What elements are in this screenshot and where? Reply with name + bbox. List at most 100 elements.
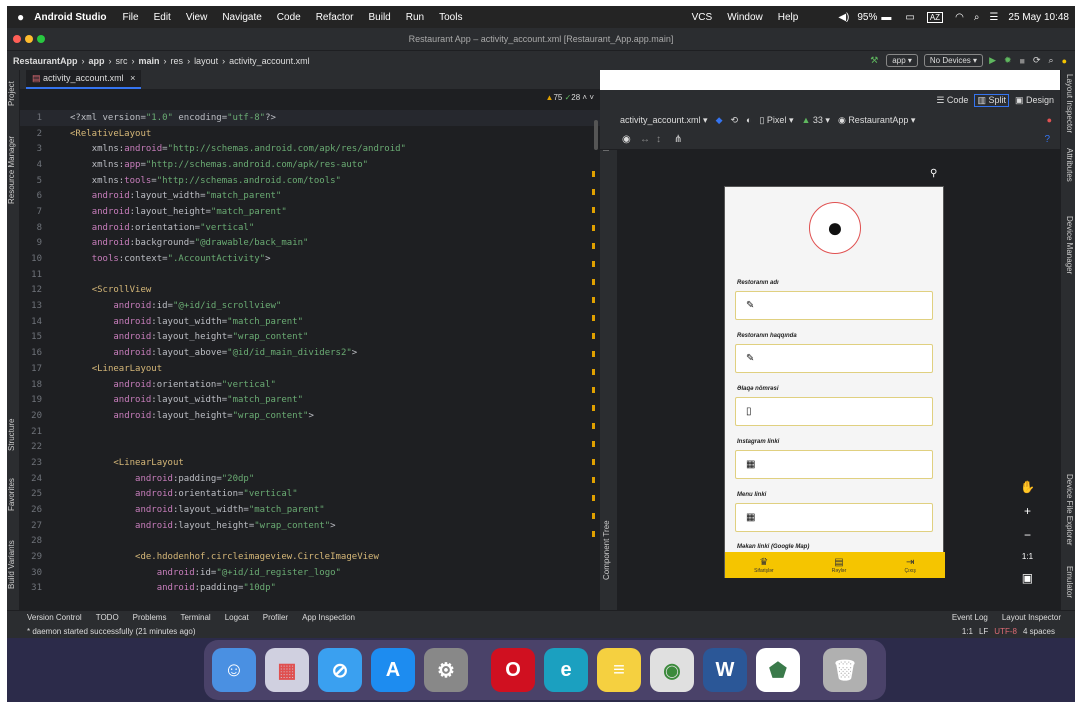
breadcrumb-main[interactable]: main (139, 56, 160, 66)
breadcrumb-layout[interactable]: layout (194, 56, 218, 66)
volume-icon[interactable]: ◀) (838, 12, 849, 23)
code-line[interactable]: 22 (20, 439, 600, 455)
line-separator[interactable]: LF (979, 627, 988, 636)
menu-run[interactable]: Run (406, 12, 424, 23)
menu-edit[interactable]: Edit (154, 12, 171, 23)
error-stripe[interactable] (592, 170, 598, 538)
menu-file[interactable]: File (122, 12, 138, 23)
code-line[interactable]: 18 android:orientation="vertical" (20, 377, 600, 393)
menu-refactor[interactable]: Refactor (316, 12, 354, 23)
code-line[interactable]: 1 <?xml version="1.0" encoding="utf-8"?> (20, 110, 600, 126)
clock[interactable]: 25 May 10:48 (1008, 12, 1069, 23)
horizontal-icon[interactable]: ↔ (640, 134, 650, 145)
system-preferences-icon[interactable]: ⚙ (424, 648, 468, 692)
magnet-icon[interactable]: ⋔ (674, 134, 682, 145)
profiler-tab[interactable]: Profiler (263, 613, 288, 622)
app-menu[interactable]: Android Studio (34, 12, 106, 23)
menu-code[interactable]: Code (277, 12, 301, 23)
tool-device-file-explorer[interactable]: Device File Explorer (1061, 470, 1074, 550)
code-line[interactable]: 26 android:layout_width="match_parent" (20, 502, 600, 518)
code-line[interactable]: 17 <LinearLayout (20, 361, 600, 377)
code-area[interactable]: 1 <?xml version="1.0" encoding="utf-8"?> 2… (20, 90, 600, 596)
input-source[interactable]: AZ (926, 11, 944, 23)
error-icon[interactable]: ● (1047, 115, 1052, 125)
orientation-icon[interactable]: ⟲ (730, 115, 738, 126)
inspection-widget[interactable]: ▲75 ✓28 ˄ ˅ (546, 93, 594, 102)
debug-icon[interactable]: ✹ (1004, 55, 1012, 66)
run-config-dropdown[interactable]: app ▾ (886, 54, 918, 67)
design-file-dropdown[interactable]: activity_account.xml ▾ (620, 115, 708, 126)
code-line[interactable]: 14 android:layout_width="match_parent" (20, 314, 600, 330)
breadcrumb-app[interactable]: app (89, 56, 105, 66)
vertical-icon[interactable]: ↕ (656, 134, 661, 145)
code-line[interactable]: 5 xmlns:tools="http://schemas.android.co… (20, 173, 600, 189)
tool-emulator[interactable]: Emulator (1061, 560, 1074, 605)
code-line[interactable]: 31 android:padding="10dp" (20, 581, 600, 597)
menu-build[interactable]: Build (369, 12, 391, 23)
menu-window[interactable]: Window (727, 12, 763, 23)
code-line[interactable]: 30 android:id="@+id/id_register_logo" (20, 565, 600, 581)
code-line[interactable]: 21 (20, 424, 600, 440)
field-instagram[interactable]: ▦ (735, 450, 933, 479)
breadcrumb-src[interactable]: src (116, 56, 128, 66)
device-dropdown-design[interactable]: ▯ Pixel ▾ (759, 115, 793, 126)
zoom-window-button[interactable] (37, 35, 45, 43)
code-mode-button[interactable]: ☰ Code (936, 95, 968, 106)
editor-tab[interactable]: ▤ activity_account.xml × (26, 70, 142, 89)
code-line[interactable]: 19 android:layout_width="match_parent" (20, 392, 600, 408)
code-line[interactable]: 11 (20, 267, 600, 283)
nav-logout[interactable]: ⇥ Çıxış (904, 557, 915, 574)
tool-resource-manager[interactable]: Resource Manager (7, 130, 20, 210)
code-line[interactable]: 15 android:layout_height="wrap_content" (20, 330, 600, 346)
caret-position[interactable]: 1:1 (962, 627, 973, 636)
code-line[interactable]: 8 android:orientation="vertical" (20, 220, 600, 236)
wifi-icon[interactable]: ◠ (955, 12, 964, 23)
problems-tab[interactable]: Problems (133, 613, 167, 622)
api-dropdown[interactable]: ▲ 33 ▾ (801, 115, 829, 126)
zoom-in-button[interactable]: + (1024, 504, 1031, 518)
ide-logo-icon[interactable]: ● (1062, 56, 1067, 66)
menu-vcs[interactable]: VCS (692, 12, 713, 23)
search-icon[interactable]: ⌕ (1049, 55, 1054, 66)
menu-view[interactable]: View (186, 12, 208, 23)
code-line[interactable]: 20 android:layout_height="wrap_content"> (20, 408, 600, 424)
stop-icon[interactable]: ■ (1020, 56, 1025, 66)
split-mode-button[interactable]: ▥ Split (974, 93, 1009, 107)
code-line[interactable]: 13 android:id="@+id/id_scrollview" (20, 298, 600, 314)
chrome-icon[interactable]: ◉ (650, 648, 694, 692)
nav-reviews[interactable]: ▤ Rəylər (832, 557, 846, 574)
pan-icon[interactable]: ✋ (1020, 480, 1035, 494)
app-store-icon[interactable]: A (371, 648, 415, 692)
field-about[interactable]: ✎ (735, 344, 933, 373)
zoom-out-button[interactable]: − (1024, 528, 1031, 542)
code-line[interactable]: 9 android:background="@drawable/back_mai… (20, 236, 600, 252)
menu-navigate[interactable]: Navigate (222, 12, 261, 23)
code-line[interactable]: 27 android:layout_height="wrap_content"> (20, 518, 600, 534)
code-line[interactable]: 3 xmlns:android="http://schemas.android.… (20, 141, 600, 157)
finder-icon[interactable]: ☺ (212, 648, 256, 692)
breadcrumb-project[interactable]: RestaurantApp (13, 56, 78, 66)
todo-tab[interactable]: TODO (96, 613, 119, 622)
tool-device-manager[interactable]: Device Manager (1061, 210, 1074, 280)
edge-icon[interactable]: e (544, 648, 588, 692)
tool-project[interactable]: Project (7, 74, 20, 114)
battery-icon[interactable]: ▬ (881, 12, 891, 23)
apple-icon[interactable]: ● (17, 10, 24, 24)
control-center-icon[interactable]: ☰ (989, 12, 998, 23)
design-surface-icon[interactable]: ◆ (716, 115, 723, 126)
event-log-tab[interactable]: Event Log (952, 613, 988, 622)
device-dropdown[interactable]: No Devices ▾ (923, 54, 984, 67)
night-mode-icon[interactable]: ◐ (746, 115, 751, 125)
logcat-tab[interactable]: Logcat (225, 613, 249, 622)
app-inspection-tab[interactable]: App Inspection (302, 613, 355, 622)
code-line[interactable]: 4 xmlns:app="http://schemas.android.com/… (20, 157, 600, 173)
safari-icon[interactable]: ⊘ (318, 648, 362, 692)
notes-icon[interactable]: ≡ (597, 648, 641, 692)
editor-scrollbar[interactable] (594, 120, 598, 150)
code-line[interactable]: 28 (20, 534, 600, 550)
minimize-window-button[interactable] (25, 35, 33, 43)
eye-icon[interactable]: ◉ (622, 134, 631, 145)
code-line[interactable]: 6 android:layout_width="match_parent" (20, 188, 600, 204)
menu-help[interactable]: Help (778, 12, 799, 23)
code-line[interactable]: 2 <RelativeLayout (20, 126, 600, 142)
